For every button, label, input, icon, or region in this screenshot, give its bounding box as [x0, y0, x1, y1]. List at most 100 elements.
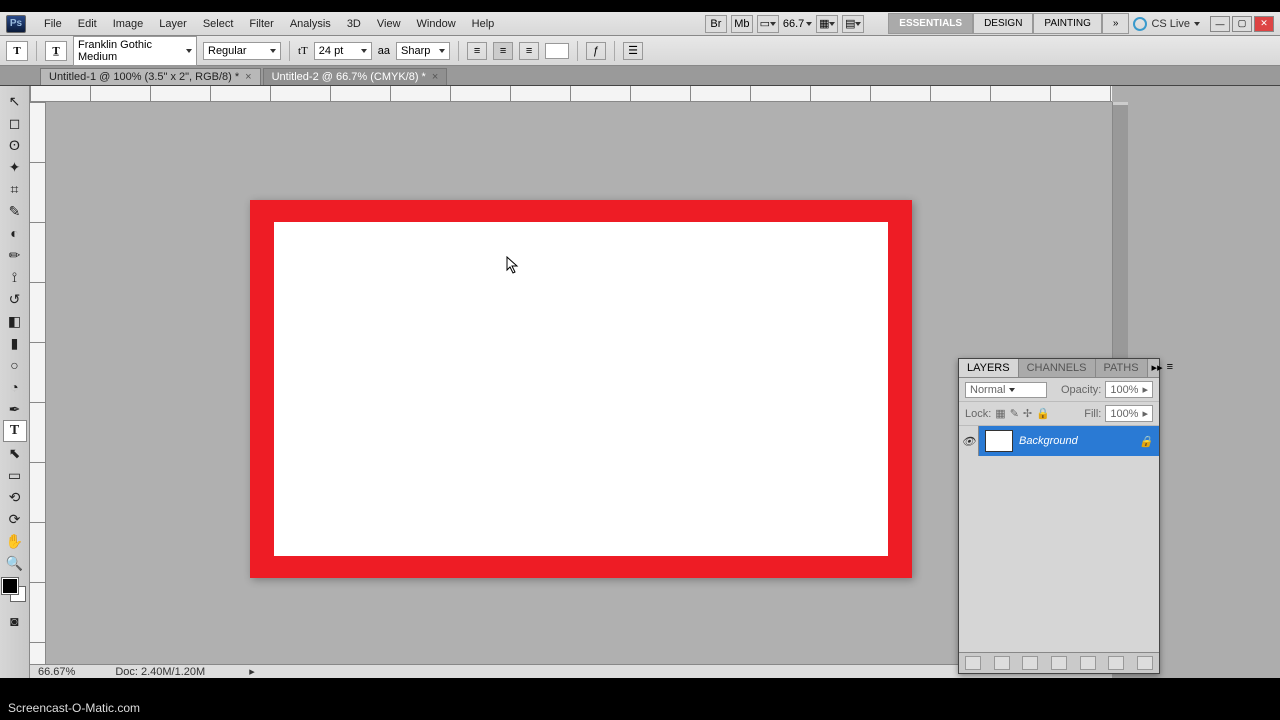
link-layers-button[interactable] — [965, 656, 981, 670]
align-left-button[interactable]: ≡ — [467, 42, 487, 60]
blur-tool[interactable]: ○ — [3, 354, 27, 376]
menu-edit[interactable]: Edit — [70, 14, 105, 34]
3d-camera-tool[interactable]: ⟳ — [3, 508, 27, 530]
extras-button[interactable]: ▤ — [842, 15, 864, 33]
workspace-essentials[interactable]: ESSENTIALS — [888, 13, 973, 34]
document-tab-1[interactable]: Untitled-1 @ 100% (3.5" x 2", RGB/8) * × — [40, 68, 261, 85]
lock-paint-icon[interactable]: ✎ — [1010, 407, 1019, 420]
screencast-watermark: Screencast-O-Matic.com — [0, 698, 148, 720]
zoom-tool[interactable]: 🔍 — [3, 552, 27, 574]
window-close[interactable]: ✕ — [1254, 16, 1274, 32]
layer-group-button[interactable] — [1080, 656, 1096, 670]
menu-window[interactable]: Window — [409, 14, 464, 34]
window-maximize[interactable]: ▢ — [1232, 16, 1252, 32]
bridge-button[interactable]: Br — [705, 15, 727, 33]
brush-tool[interactable]: ✏ — [3, 244, 27, 266]
minibridge-button[interactable]: Mb — [731, 15, 753, 33]
arrange-docs-button[interactable]: ▦ — [816, 15, 838, 33]
hand-tool[interactable]: ✋ — [3, 530, 27, 552]
layers-panel[interactable]: LAYERS CHANNELS PATHS ▸▸ ≡ Normal Opacit… — [958, 358, 1160, 674]
workspace-design[interactable]: DESIGN — [973, 13, 1033, 34]
menu-select[interactable]: Select — [195, 14, 242, 34]
workspace-more[interactable]: » — [1102, 13, 1130, 34]
opacity-field[interactable]: 100%▸ — [1105, 381, 1153, 398]
dodge-tool[interactable]: ◔ — [3, 376, 27, 398]
delete-layer-button[interactable] — [1137, 656, 1153, 670]
chevron-down-icon[interactable] — [806, 22, 812, 26]
color-picker[interactable] — [0, 578, 29, 610]
eraser-tool[interactable]: ◧ — [3, 310, 27, 332]
visibility-icon[interactable]: 👁 — [959, 426, 979, 456]
close-icon[interactable]: × — [245, 71, 251, 83]
tab-layers[interactable]: LAYERS — [959, 359, 1019, 377]
font-weight-dropdown[interactable]: Regular — [203, 42, 281, 60]
document-canvas[interactable] — [250, 200, 912, 578]
eyedropper-tool[interactable]: ✎ — [3, 200, 27, 222]
font-family-dropdown[interactable]: Franklin Gothic Medium — [73, 36, 197, 66]
fill-field[interactable]: 100%▸ — [1105, 405, 1153, 422]
layer-mask-button[interactable] — [1022, 656, 1038, 670]
cs-live-button[interactable]: CS Live — [1133, 17, 1200, 31]
cursor-icon — [506, 256, 520, 274]
lasso-tool[interactable]: ʘ — [3, 134, 27, 156]
screen-mode-button[interactable]: ▭ — [757, 15, 779, 33]
character-panel-button[interactable]: ☰ — [623, 42, 643, 60]
menu-layer[interactable]: Layer — [151, 14, 195, 34]
window-minimize[interactable]: — — [1210, 16, 1230, 32]
active-tool-icon[interactable]: T — [6, 41, 28, 61]
status-zoom[interactable]: 66.67% — [38, 666, 75, 678]
workspace-painting[interactable]: PAINTING — [1033, 13, 1101, 34]
lock-move-icon[interactable]: ✢ — [1023, 407, 1032, 420]
menu-filter[interactable]: Filter — [241, 14, 281, 34]
warp-text-button[interactable]: ƒ — [586, 42, 606, 60]
foreground-color-swatch[interactable] — [2, 578, 18, 594]
path-select-tool[interactable]: ⬉ — [3, 442, 27, 464]
type-tool[interactable]: T — [3, 420, 27, 442]
shape-tool[interactable]: ▭ — [3, 464, 27, 486]
layer-name[interactable]: Background — [1019, 435, 1078, 447]
zoom-value[interactable]: 66.7 — [783, 18, 804, 30]
magic-wand-tool[interactable]: ✦ — [3, 156, 27, 178]
3d-tool[interactable]: ⟲ — [3, 486, 27, 508]
document-tab-2[interactable]: Untitled-2 @ 66.7% (CMYK/8) * × — [263, 68, 448, 85]
tab-channels[interactable]: CHANNELS — [1019, 359, 1096, 377]
text-orientation-button[interactable]: T̲ — [45, 41, 67, 61]
menu-help[interactable]: Help — [464, 14, 503, 34]
status-bar: 66.67% Doc: 2.40M/1.20M ▸ — [30, 664, 1112, 678]
history-brush-tool[interactable]: ↺ — [3, 288, 27, 310]
align-right-button[interactable]: ≡ — [519, 42, 539, 60]
opacity-label: Opacity: — [1061, 384, 1101, 396]
crop-tool[interactable]: ⌗ — [3, 178, 27, 200]
menu-view[interactable]: View — [369, 14, 409, 34]
align-center-button[interactable]: ≡ — [493, 42, 513, 60]
antialias-dropdown[interactable]: Sharp — [396, 42, 450, 60]
fill-label: Fill: — [1084, 408, 1101, 420]
gradient-tool[interactable]: ▮ — [3, 332, 27, 354]
layer-row[interactable]: 👁 Background 🔒 — [959, 426, 1159, 456]
menu-3d[interactable]: 3D — [339, 14, 369, 34]
quick-mask-button[interactable]: ◙ — [3, 610, 27, 632]
healing-tool[interactable]: ◐ — [3, 222, 27, 244]
lock-all-icon[interactable]: 🔒 — [1036, 407, 1050, 420]
lock-transparency-icon[interactable]: ▦ — [995, 407, 1005, 420]
adjustment-layer-button[interactable] — [1051, 656, 1067, 670]
canvas-area[interactable] — [46, 102, 1112, 664]
new-layer-button[interactable] — [1108, 656, 1124, 670]
close-icon[interactable]: × — [432, 71, 438, 83]
layer-fx-button[interactable] — [994, 656, 1010, 670]
stamp-tool[interactable]: ⟟ — [3, 266, 27, 288]
horizontal-ruler — [30, 86, 1112, 102]
menu-analysis[interactable]: Analysis — [282, 14, 339, 34]
font-size-dropdown[interactable]: 24 pt — [314, 42, 372, 60]
layer-thumbnail[interactable] — [985, 430, 1013, 452]
blend-mode-dropdown[interactable]: Normal — [965, 382, 1047, 398]
tab-paths[interactable]: PATHS — [1096, 359, 1148, 377]
move-tool[interactable]: ↖ — [3, 90, 27, 112]
marquee-tool[interactable]: ◻ — [3, 112, 27, 134]
panel-collapse-icon[interactable]: ▸▸ — [1152, 361, 1163, 375]
text-color-swatch[interactable] — [545, 43, 569, 59]
panel-menu-icon[interactable]: ≡ — [1167, 361, 1173, 375]
pen-tool[interactable]: ✒ — [3, 398, 27, 420]
menu-file[interactable]: File — [36, 14, 70, 34]
menu-image[interactable]: Image — [105, 14, 152, 34]
